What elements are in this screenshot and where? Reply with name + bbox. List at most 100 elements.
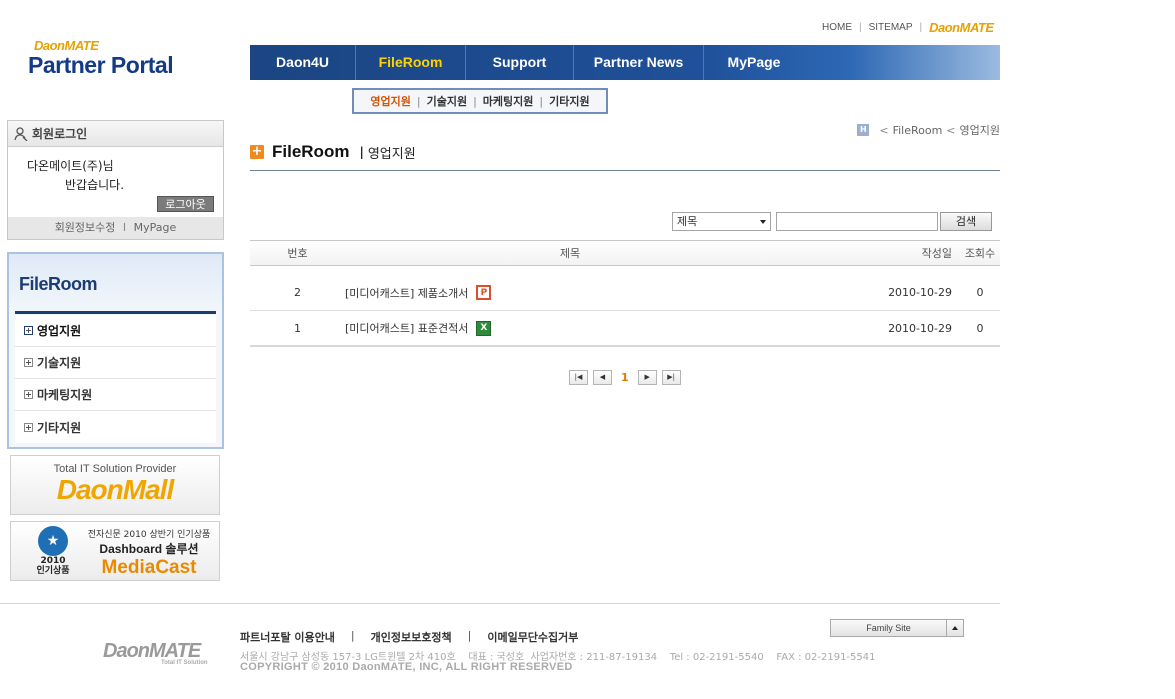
top-separator: |: [919, 22, 923, 33]
login-footer: 회원정보수정 I MyPage: [8, 217, 223, 239]
footer-separator: |: [350, 629, 355, 642]
row-title-link[interactable]: [미디어캐스트] 표준견적서: [345, 320, 468, 336]
top-separator: |: [859, 22, 862, 33]
first-page-icon[interactable]: |◀: [569, 370, 588, 385]
nav-fileroom[interactable]: FileRoom: [356, 45, 466, 80]
col-title: 제목: [559, 247, 581, 260]
side-nav-label: 기타지원: [37, 420, 82, 435]
site-logo[interactable]: DaonMATE Partner Portal: [28, 38, 174, 78]
side-nav-sales-support[interactable]: 영업지원: [15, 315, 216, 347]
login-footer-separator: I: [122, 221, 127, 234]
side-nav-label: 마케팅지원: [37, 388, 93, 402]
mediacast-award-text: 전자신문 2010 상반기 인기상품: [87, 530, 211, 540]
star-icon: ★: [38, 526, 68, 556]
page-title-sub: 영업지원: [367, 146, 416, 162]
mediacast-banner[interactable]: ★ 2010 인기상품 전자신문 2010 상반기 인기상품 Dashboard…: [10, 521, 220, 581]
nav-daon4u[interactable]: Daon4U: [250, 45, 356, 80]
caret-up-icon: [946, 620, 963, 636]
plus-icon: [24, 422, 33, 432]
col-hits: 조회수: [964, 247, 996, 260]
user-icon: [14, 126, 28, 141]
sub-navigation: 영업지원 | 기술지원 | 마케팅지원 | 기타지원: [352, 88, 608, 114]
nav-mypage[interactable]: MyPage: [704, 45, 804, 80]
edit-member-info-link[interactable]: 회원정보수정: [55, 221, 116, 234]
ppt-icon[interactable]: P: [476, 285, 492, 300]
top-link-home[interactable]: HOME: [822, 22, 852, 33]
breadcrumb-current: 영업지원: [959, 124, 1000, 137]
subnav-sales-support[interactable]: 영업지원: [370, 93, 410, 109]
search-field-value: 제목: [677, 215, 698, 228]
prev-page-icon[interactable]: ◀: [593, 370, 612, 385]
footer-link-privacy[interactable]: 개인정보보호정책: [371, 629, 452, 645]
footer-copyright: COPYRIGHT © 2010 DaonMATE, INC, ALL RIGH…: [240, 661, 573, 673]
search-bar: 제목 검색: [672, 212, 992, 231]
subnav-separator: |: [473, 94, 477, 108]
top-brand-logo[interactable]: DaonMATE: [929, 20, 994, 35]
search-input[interactable]: [776, 212, 938, 231]
breadcrumb-fileroom[interactable]: FileRoom: [893, 124, 943, 137]
table-row: 1 [미디어캐스트] 표준견적서 X 2010-10-29 0: [250, 311, 1000, 347]
chevron-left-icon: <: [946, 123, 956, 137]
subnav-marketing-support[interactable]: 마케팅지원: [483, 93, 534, 109]
row-title-link[interactable]: [미디어캐스트] 제품소개서: [345, 285, 468, 301]
award-label: 인기상품: [36, 566, 70, 576]
family-site-select[interactable]: Family Site: [830, 619, 964, 637]
subnav-tech-support[interactable]: 기술지원: [427, 93, 467, 109]
footer-separator: |: [467, 629, 472, 642]
footer-logo-text: DaonMATE: [103, 640, 201, 662]
plus-icon: [24, 390, 33, 399]
footer-logo: DaonMATE Total IT Solution: [103, 640, 208, 666]
row-hits: 0: [976, 321, 984, 335]
nav-support[interactable]: Support: [466, 45, 574, 80]
chevron-left-icon: <: [879, 123, 889, 137]
row-date: 2010-10-29: [888, 286, 952, 299]
footer-divider: [0, 603, 1000, 604]
mypage-link[interactable]: MyPage: [134, 221, 177, 234]
side-nav-label: 기술지원: [37, 356, 82, 370]
award-year: 2010: [40, 556, 66, 566]
side-nav-list: 영업지원 기술지원 마케팅지원 기타지원: [15, 315, 216, 443]
footer-link-email-policy[interactable]: 이메일무단수집거부: [487, 629, 578, 645]
subnav-separator: |: [539, 94, 544, 108]
side-navigation: FileRoom 영업지원 기술지원 마케팅지원 기타지원: [7, 252, 224, 449]
table-row: 2 [미디어캐스트] 제품소개서 P 2010-10-29 0: [250, 275, 1000, 311]
row-date: 2010-10-29: [888, 321, 952, 335]
col-number: 번호: [287, 247, 308, 260]
excel-icon[interactable]: X: [476, 320, 492, 336]
logo-brand: DaonMATE: [34, 38, 99, 53]
login-heading: 회원로그인: [32, 127, 88, 141]
daonmall-banner[interactable]: Total IT Solution Provider DaonMall: [10, 455, 220, 515]
caret-down-icon: [760, 220, 766, 224]
mediacast-text: 전자신문 2010 상반기 인기상품 Dashboard 솔루션 MediaCa…: [81, 527, 217, 579]
logout-button[interactable]: 로그아웃: [157, 196, 214, 212]
row-number: 1: [294, 321, 301, 335]
breadcrumb: H < FileRoom < 영업지원: [857, 122, 1000, 138]
pagination: |◀ ◀ 1 ▶ ▶|: [569, 370, 686, 385]
current-page[interactable]: 1: [621, 371, 629, 384]
nav-partner-news[interactable]: Partner News: [574, 45, 704, 80]
side-nav-tech-support[interactable]: 기술지원: [15, 347, 216, 379]
side-nav-marketing-support[interactable]: 마케팅지원: [15, 379, 216, 411]
subnav-other-support[interactable]: 기타지원: [549, 93, 589, 109]
home-icon[interactable]: H: [857, 124, 870, 136]
login-welcome: 반갑습니다.: [65, 178, 125, 192]
next-page-icon[interactable]: ▶: [637, 370, 657, 385]
last-page-icon[interactable]: ▶|: [661, 370, 681, 385]
search-button[interactable]: 검색: [940, 212, 992, 231]
board-gap: [250, 266, 1000, 275]
login-header: 회원로그인: [8, 121, 223, 147]
footer-links: 파트너포탈 이용안내 | 개인정보보호정책 | 이메일무단수집거부: [240, 629, 578, 645]
title-separator: |: [359, 145, 364, 159]
title-divider: [250, 170, 1000, 171]
daonmall-logo: DaonMall: [56, 474, 174, 505]
side-nav-other-support[interactable]: 기타지원: [15, 411, 216, 443]
plus-square-icon: +: [250, 144, 264, 159]
plus-icon: [24, 326, 33, 335]
plus-icon: [24, 358, 33, 367]
top-link-sitemap[interactable]: SITEMAP: [869, 22, 913, 33]
file-board: 번호 제목 작성일 조회수 2 [미디어캐스트] 제품소개서 P 2010-10…: [250, 240, 1000, 347]
main-navigation: Daon4U FileRoom Support Partner News MyP…: [250, 45, 1000, 80]
search-field-select[interactable]: 제목: [672, 212, 771, 231]
footer-link-guide[interactable]: 파트너포탈 이용안내: [240, 629, 335, 645]
logo-title: Partner Portal: [28, 52, 174, 78]
